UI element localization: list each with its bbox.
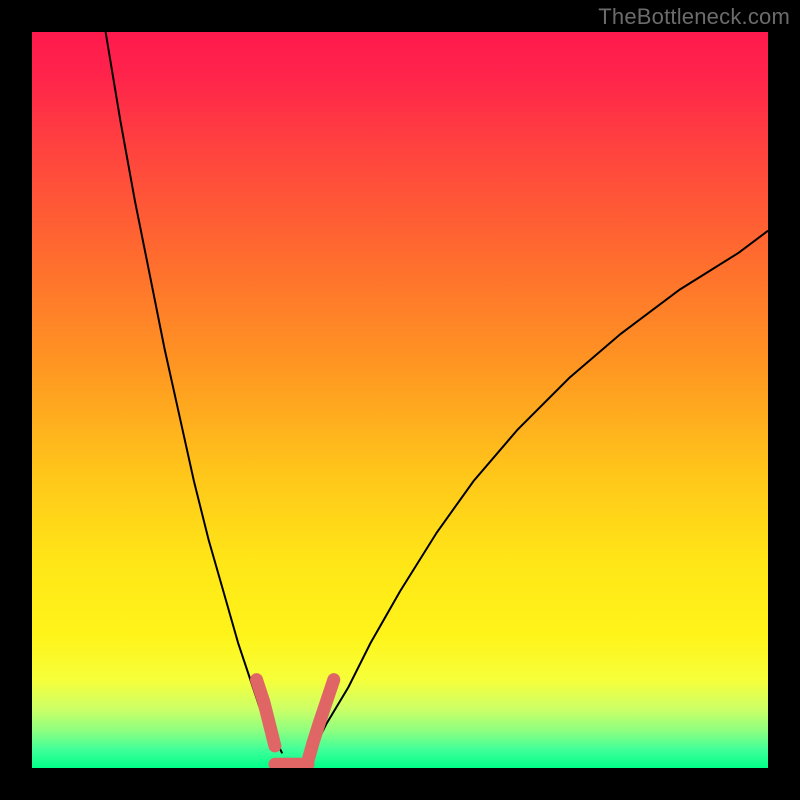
- right-curve: [304, 231, 768, 768]
- marker-right-ascent: [308, 680, 334, 761]
- outer-frame: TheBottleneck.com: [0, 0, 800, 800]
- left-curve: [106, 32, 283, 753]
- marker-left-descent: [257, 680, 275, 746]
- curve-layer: [32, 32, 768, 768]
- watermark-text: TheBottleneck.com: [598, 4, 790, 30]
- plot-area: [32, 32, 768, 768]
